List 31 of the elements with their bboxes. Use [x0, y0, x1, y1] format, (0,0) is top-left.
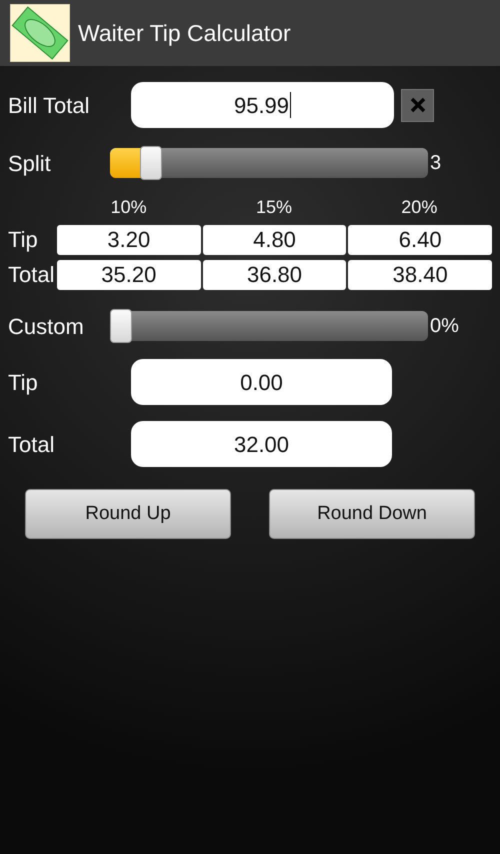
column-header: 10% [110, 196, 148, 219]
input-field[interactable]: 32.00 [131, 421, 392, 467]
round-button[interactable]: Round Up [25, 489, 231, 539]
field-label: Bill Total [8, 92, 91, 120]
table-cell: 3.20 [57, 224, 201, 254]
slider-track[interactable] [110, 311, 428, 341]
slider-value: 3 [430, 151, 442, 176]
slider-value: 0% [430, 314, 459, 339]
slider-label: Split [8, 150, 52, 178]
clear-button[interactable] [401, 88, 434, 122]
tip-bill-icon [10, 4, 70, 62]
input-field[interactable]: 0.00 [131, 359, 392, 405]
round-button[interactable]: Round Down [269, 489, 475, 539]
table-cell: 35.20 [57, 260, 201, 290]
table-cell: 36.80 [202, 260, 346, 290]
column-header: 20% [400, 196, 438, 219]
slider-track[interactable] [110, 148, 428, 178]
row-label: Total [8, 261, 55, 289]
table-cell: 6.40 [348, 224, 492, 254]
field-label: Total [8, 430, 56, 458]
table-cell: 4.80 [202, 224, 346, 254]
column-header: 15% [254, 196, 293, 219]
field-label: Tip [8, 368, 39, 397]
close-icon [410, 97, 426, 113]
slider-label: Custom [8, 312, 85, 340]
slider-thumb[interactable] [140, 146, 162, 180]
table-cell: 38.40 [348, 260, 492, 290]
row-label: Tip [8, 226, 39, 254]
app-title: Waiter Tip Calculator [78, 18, 291, 48]
input-field[interactable]: 95.99 [131, 82, 394, 128]
slider-thumb[interactable] [110, 309, 132, 343]
